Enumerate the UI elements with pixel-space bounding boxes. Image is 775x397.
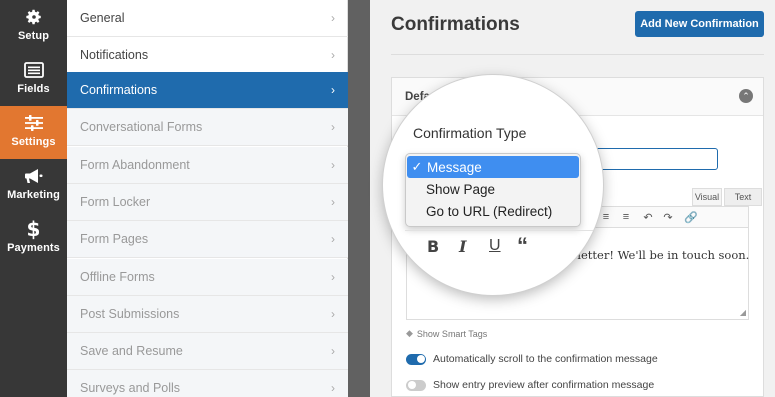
show-smart-tags-link[interactable]: ◆ Show Smart Tags bbox=[406, 328, 487, 339]
entry-preview-row: Show entry preview after confirmation me… bbox=[406, 379, 654, 391]
menu-item-label: Form Abandonment bbox=[80, 158, 190, 172]
chevron-right-icon: › bbox=[331, 307, 335, 321]
tab-text[interactable]: Text bbox=[724, 188, 762, 206]
entry-preview-label: Show entry preview after confirmation me… bbox=[433, 379, 655, 391]
menu-item-surveys-and-polls[interactable]: Surveys and Polls › bbox=[67, 370, 348, 397]
chevron-right-icon: › bbox=[331, 158, 335, 172]
menu-item-conversational-forms[interactable]: Conversational Forms › bbox=[67, 109, 348, 146]
menu-item-label: Confirmations bbox=[80, 83, 158, 97]
menu-item-save-and-resume[interactable]: Save and Resume › bbox=[67, 333, 348, 370]
entry-preview-toggle[interactable] bbox=[406, 379, 426, 391]
editor-tabs: Visual Text bbox=[692, 188, 762, 206]
option-go-to-url[interactable]: Go to URL (Redirect) bbox=[406, 200, 580, 222]
megaphone-icon bbox=[0, 165, 67, 187]
rail-item-setup[interactable]: Setup bbox=[0, 0, 67, 53]
redo-icon[interactable]: ↷ bbox=[661, 210, 675, 224]
confirmation-type-dropdown: ✓ Message Show Page Go to URL (Redirect) bbox=[405, 153, 581, 227]
chevron-right-icon: › bbox=[331, 344, 335, 358]
underline-icon[interactable]: U bbox=[489, 237, 501, 255]
chevron-right-icon: › bbox=[331, 48, 335, 62]
rail-label-fields: Fields bbox=[17, 83, 50, 95]
menu-item-general[interactable]: General › bbox=[67, 0, 348, 37]
menu-item-post-submissions[interactable]: Post Submissions › bbox=[67, 296, 348, 333]
header-divider bbox=[391, 54, 764, 55]
collapse-icon[interactable]: ⌃ bbox=[739, 89, 753, 103]
auto-scroll-row: Automatically scroll to the confirmation… bbox=[406, 353, 658, 365]
option-label: Show Page bbox=[426, 181, 496, 197]
fields-icon bbox=[0, 59, 67, 81]
rail-item-fields[interactable]: Fields bbox=[0, 53, 67, 106]
checkmark-icon: ✓ bbox=[411, 159, 423, 174]
menu-item-label: Conversational Forms bbox=[80, 120, 203, 134]
chevron-right-icon: › bbox=[331, 120, 335, 134]
option-message[interactable]: ✓ Message bbox=[407, 156, 579, 178]
chevron-right-icon: › bbox=[331, 195, 335, 209]
chevron-right-icon: › bbox=[331, 11, 335, 25]
menu-item-label: General bbox=[80, 11, 125, 25]
rail-label-setup: Setup bbox=[17, 30, 50, 42]
rail-item-marketing[interactable]: Marketing bbox=[0, 159, 67, 212]
menu-item-label: Form Locker bbox=[80, 195, 151, 209]
menu-item-notifications[interactable]: Notifications › bbox=[67, 37, 348, 74]
rail-label-settings: Settings bbox=[11, 136, 56, 148]
option-label: Message bbox=[427, 159, 482, 175]
menu-item-confirmations[interactable]: Confirmations › bbox=[67, 72, 348, 109]
magnified-toolbar: B I U “ bbox=[405, 233, 603, 261]
chevron-right-icon: › bbox=[331, 83, 335, 97]
option-label: Go to URL (Redirect) bbox=[426, 203, 553, 219]
menu-item-label: Form Pages bbox=[80, 232, 149, 246]
settings-menu: General › Notifications › Confirmations … bbox=[67, 0, 348, 397]
rail-label-payments: Payments bbox=[7, 242, 60, 254]
divider-gutter bbox=[348, 0, 370, 397]
dollar-icon: $ bbox=[26, 217, 41, 241]
link-icon[interactable]: 🔗 bbox=[684, 210, 698, 224]
blockquote-icon[interactable]: “ bbox=[517, 233, 528, 259]
align-right-icon[interactable]: ≡ bbox=[619, 210, 633, 224]
toolbar-divider bbox=[405, 230, 603, 231]
builder-rail: Setup Fields Settings Marketing $ Paymen… bbox=[0, 0, 67, 397]
menu-item-label: Surveys and Polls bbox=[80, 381, 181, 395]
page-title: Confirmations bbox=[391, 14, 520, 35]
smart-tags-label: Show Smart Tags bbox=[416, 328, 488, 339]
bold-icon[interactable]: B bbox=[427, 237, 439, 256]
chevron-right-icon: › bbox=[331, 232, 335, 246]
rail-item-settings[interactable]: Settings bbox=[0, 106, 67, 159]
undo-icon[interactable]: ↶ bbox=[641, 210, 655, 224]
rail-item-payments[interactable]: $ Payments bbox=[0, 212, 67, 265]
menu-item-label: Save and Resume bbox=[80, 344, 183, 358]
menu-item-form-pages[interactable]: Form Pages › bbox=[67, 221, 348, 258]
option-show-page[interactable]: Show Page bbox=[406, 178, 580, 200]
menu-item-label: Notifications bbox=[80, 48, 149, 62]
add-new-confirmation-button[interactable]: Add New Confirmation bbox=[635, 11, 764, 37]
gear-icon bbox=[0, 6, 67, 28]
italic-icon[interactable]: I bbox=[459, 237, 466, 256]
tag-icon: ◆ bbox=[406, 328, 413, 338]
menu-item-offline-forms[interactable]: Offline Forms › bbox=[67, 259, 348, 296]
menu-item-form-locker[interactable]: Form Locker › bbox=[67, 184, 348, 221]
tab-visual[interactable]: Visual bbox=[692, 188, 722, 206]
menu-item-label: Offline Forms bbox=[80, 270, 155, 284]
align-center-icon[interactable]: ≡ bbox=[599, 210, 613, 224]
sliders-icon bbox=[0, 112, 67, 134]
menu-item-form-abandonment[interactable]: Form Abandonment › bbox=[67, 147, 348, 184]
chevron-right-icon: › bbox=[331, 381, 335, 395]
auto-scroll-label: Automatically scroll to the confirmation… bbox=[433, 353, 658, 365]
resize-grip-icon[interactable]: ◢ bbox=[740, 308, 746, 317]
rail-label-marketing: Marketing bbox=[7, 189, 60, 201]
menu-item-label: Post Submissions bbox=[80, 307, 180, 321]
confirmation-type-label: Confirmation Type bbox=[413, 125, 527, 141]
auto-scroll-toggle[interactable] bbox=[406, 353, 426, 365]
chevron-right-icon: › bbox=[331, 270, 335, 284]
magnifier-callout: Confirmation Type ✓ Message Show Page Go… bbox=[383, 75, 603, 295]
